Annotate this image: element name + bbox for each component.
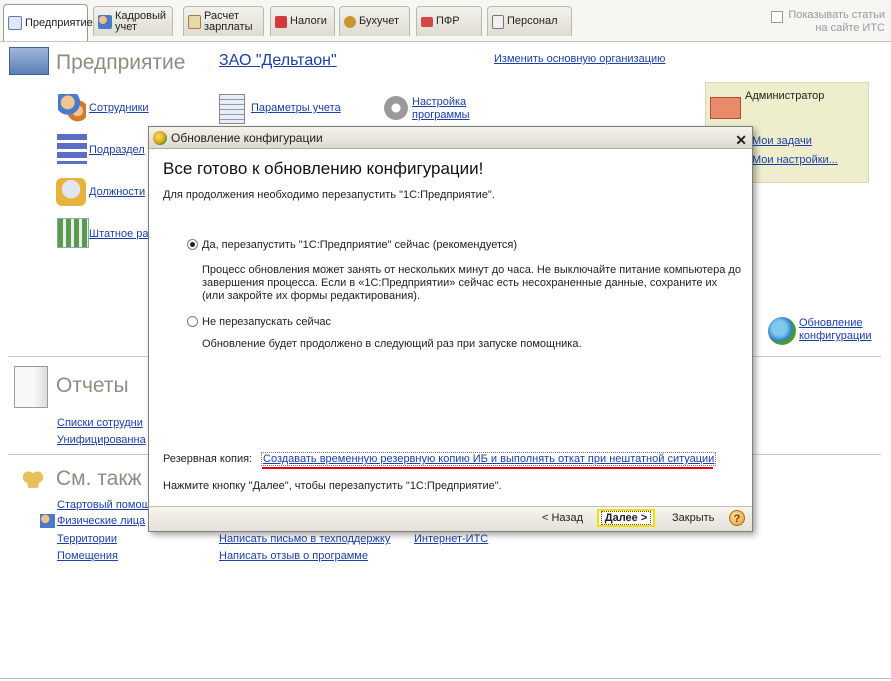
tab-label: Бухучет: [359, 15, 399, 27]
tab-label: Предприятие: [25, 16, 93, 29]
see-also-icon: [22, 470, 44, 488]
next-button-label: Далее >: [600, 511, 652, 525]
tab-payroll[interactable]: Расчет зарплаты: [183, 6, 264, 36]
backup-option-link[interactable]: Создавать временную резервную копию ИБ и…: [261, 452, 717, 466]
see-also-link-persons[interactable]: Физические лица: [57, 515, 145, 527]
back-button[interactable]: < Назад: [542, 512, 583, 524]
see-also-link-feedback[interactable]: Написать отзыв о программе: [219, 550, 368, 562]
see-also-link-start[interactable]: Стартовый помощ: [57, 499, 151, 511]
next-button[interactable]: Далее >: [597, 509, 655, 527]
personnel-icon: [492, 14, 504, 29]
departments-link[interactable]: Подраздел: [89, 144, 145, 156]
update-configuration-link[interactable]: Обновление конфигурации: [799, 317, 879, 343]
tab-hr[interactable]: Кадровый учет: [93, 6, 173, 36]
staffing-icon: [57, 218, 89, 248]
section-title-reports: Отчеты: [56, 374, 129, 397]
pfr-icon: [421, 16, 433, 27]
report-link-unified[interactable]: Унифицированна: [57, 434, 146, 446]
backup-label: Резервная копия:: [163, 453, 253, 465]
section-title-enterprise: Предприятие: [56, 51, 186, 74]
see-also-link-premises[interactable]: Помещения: [57, 550, 118, 562]
tab-enterprise[interactable]: Предприятие: [3, 4, 93, 41]
window-bottom-edge: [0, 678, 891, 679]
dialog-title: Обновление конфигурации: [171, 131, 323, 145]
people-icon: [98, 14, 112, 29]
show-its-label: Показывать статьи на сайте ИТС: [788, 9, 885, 34]
dialog-hint: Нажмите кнопку "Далее", чтобы перезапуст…: [163, 480, 502, 492]
restart-now-description: Процесс обновления может занять от неско…: [202, 264, 741, 302]
gear-icon: [381, 93, 411, 123]
positions-link[interactable]: Должности: [89, 186, 145, 198]
tab-pfr[interactable]: ПФР: [416, 6, 482, 36]
positions-icon: [56, 178, 86, 206]
close-button[interactable]: Закрыть: [672, 512, 714, 524]
dialog-subtitle: Для продолжения необходимо перезапустить…: [163, 189, 495, 201]
tab-personnel[interactable]: Персонал: [487, 6, 572, 36]
dialog-titlebar[interactable]: Обновление конфигурации ✕: [149, 127, 752, 149]
change-organization-link[interactable]: Изменить основную организацию: [494, 53, 665, 65]
staffing-link[interactable]: Штатное ра: [89, 228, 149, 240]
help-button[interactable]: ?: [729, 510, 745, 526]
employees-icon: [58, 94, 86, 122]
accounting-params-link[interactable]: Параметры учета: [251, 102, 341, 114]
section-title-see-also: См. такж: [56, 467, 142, 490]
tab-taxes[interactable]: Налоги: [270, 6, 335, 36]
show-its-checkbox[interactable]: [771, 11, 783, 23]
persons-icon: [40, 514, 55, 528]
accounting-params-icon: [219, 94, 245, 124]
report-link-employee-lists[interactable]: Списки сотрудни: [57, 417, 143, 429]
accounting-icon: [344, 15, 356, 28]
red-underline-annotation: [262, 467, 713, 469]
tab-label: Кадровый учет: [115, 9, 167, 33]
tax-icon: [275, 15, 287, 28]
user-name: Администратор: [745, 90, 825, 102]
see-also-link-territories[interactable]: Территории: [57, 533, 117, 545]
tab-label: Налоги: [290, 15, 327, 27]
dialog-heading: Все готово к обновлению конфигурации!: [163, 159, 484, 178]
restart-now-radio[interactable]: [187, 239, 198, 250]
tab-accounting[interactable]: Бухучет: [339, 6, 410, 36]
update-globe-icon: [768, 317, 796, 345]
organization-link[interactable]: ЗАО "Дельтаон": [219, 52, 337, 70]
tab-label: Персонал: [507, 15, 558, 27]
show-its-toggle[interactable]: Показывать статьи на сайте ИТС: [771, 9, 885, 35]
building-icon: [9, 47, 49, 75]
enterprise-icon: [8, 16, 22, 30]
employees-link[interactable]: Сотрудники: [89, 102, 149, 114]
tab-label: Расчет зарплаты: [204, 9, 253, 33]
1c-logo-icon: [153, 131, 167, 145]
close-icon[interactable]: ✕: [735, 129, 747, 151]
program-settings-link[interactable]: Настройка программы: [412, 96, 476, 122]
calculator-icon: [188, 14, 201, 29]
dialog-footer: < Назад Далее > Закрыть ?: [149, 506, 752, 531]
reports-icon: [14, 366, 48, 408]
my-tasks-link[interactable]: Мои задачи: [752, 135, 812, 147]
see-also-link-its[interactable]: Интернет-ИТС: [414, 533, 488, 545]
restart-now-label[interactable]: Да, перезапустить "1С:Предприятие" сейча…: [202, 239, 517, 251]
departments-icon: [57, 134, 87, 164]
my-settings-link[interactable]: Мои настройки...: [752, 154, 838, 166]
user-card-icon: [710, 97, 741, 119]
restart-later-radio[interactable]: [187, 316, 198, 327]
see-also-link-support-email[interactable]: Написать письмо в техподдержку: [219, 533, 390, 545]
restart-later-description: Обновление будет продолжено в следующий …: [202, 338, 582, 350]
update-config-dialog: Обновление конфигурации ✕ Все готово к о…: [148, 126, 753, 532]
restart-later-label[interactable]: Не перезапускать сейчас: [202, 316, 331, 328]
dialog-body: Все готово к обновлению конфигурации! Дл…: [151, 151, 750, 507]
tab-label: ПФР: [436, 15, 460, 27]
section-tab-bar: Предприятие Кадровый учет Расчет зарплат…: [0, 0, 891, 42]
